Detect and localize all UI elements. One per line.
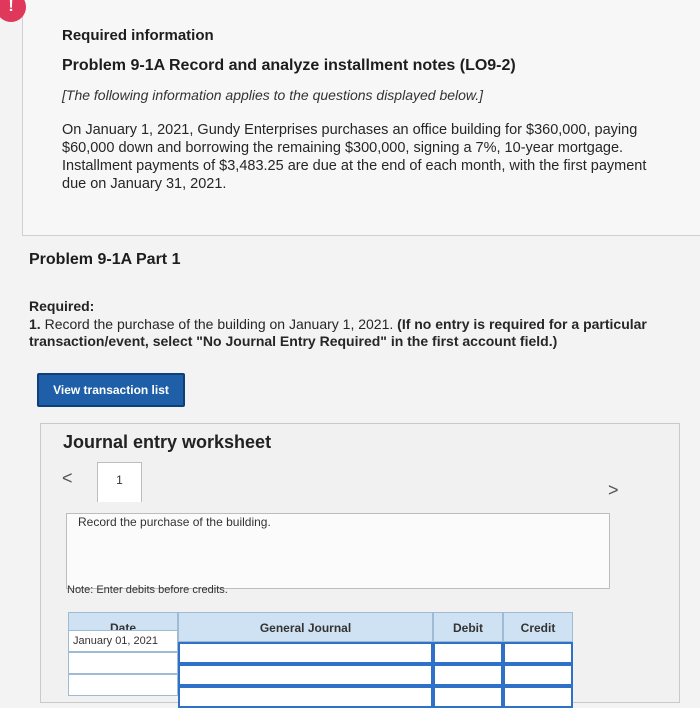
part-title: Problem 9-1A Part 1 (29, 251, 181, 268)
instruction-text: Record the purchase of the building on J… (44, 316, 394, 332)
credit-field[interactable] (503, 664, 573, 686)
credit-field[interactable] (503, 642, 573, 664)
instruction: 1. Record the purchase of the building o… (29, 316, 679, 350)
column-header-debit: Debit (433, 612, 503, 642)
worksheet-title: Journal entry worksheet (63, 432, 272, 452)
table-row-date[interactable]: January 01, 2021 (68, 630, 178, 652)
view-transaction-list-button[interactable]: View transaction list (37, 373, 185, 407)
column-header-credit: Credit (503, 612, 573, 642)
problem-body: On January 1, 2021, Gundy Enterprises pu… (62, 122, 647, 192)
debit-field[interactable] (433, 686, 503, 708)
table-row-date[interactable] (68, 652, 178, 674)
problem-title: Problem 9-1A Record and analyze installm… (62, 57, 516, 74)
worksheet-description: Record the purchase of the building. (78, 515, 271, 529)
credit-field[interactable] (503, 686, 573, 708)
debit-field[interactable] (433, 642, 503, 664)
journal-table: Date General Journal Debit Credit Januar… (68, 612, 573, 708)
account-field[interactable] (178, 686, 433, 708)
chevron-left-icon[interactable]: < (62, 468, 73, 489)
table-row-date[interactable] (68, 674, 178, 696)
chevron-right-icon[interactable]: > (608, 480, 619, 501)
required-label: Required: (29, 298, 95, 314)
worksheet-note: Note: Enter debits before credits. (67, 584, 228, 596)
instruction-number: 1. (29, 316, 41, 332)
account-field[interactable] (178, 664, 433, 686)
required-information-label: Required information (62, 27, 214, 44)
problem-subtitle: [The following information applies to th… (62, 87, 484, 103)
worksheet-tab-1[interactable]: 1 (97, 462, 142, 502)
debit-field[interactable] (433, 664, 503, 686)
account-field[interactable] (178, 642, 433, 664)
column-header-general-journal: General Journal (178, 612, 433, 642)
